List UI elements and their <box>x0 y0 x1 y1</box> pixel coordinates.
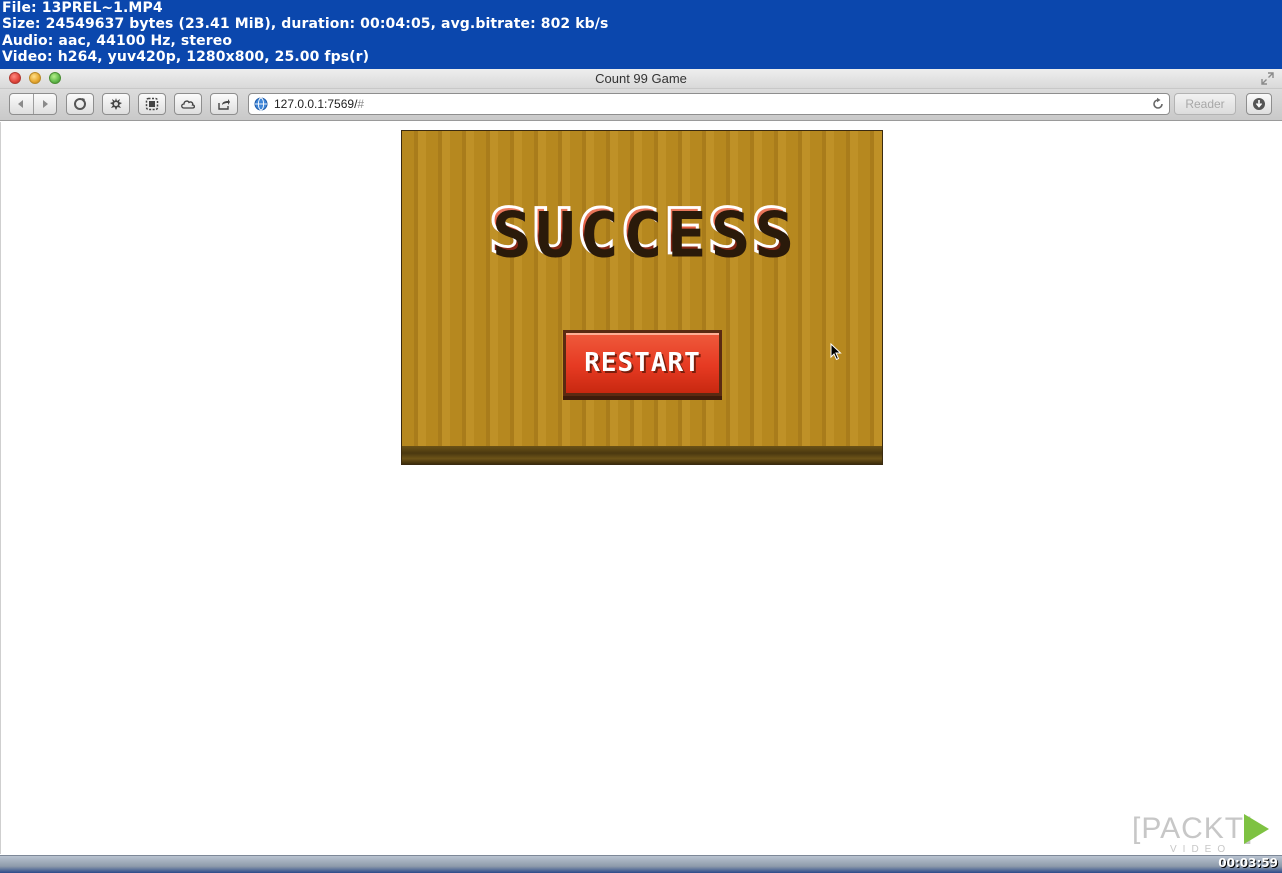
packt-brand-text: [PACKT] <box>1132 812 1254 845</box>
fullscreen-icon[interactable] <box>1261 72 1274 85</box>
address-bar[interactable]: 127.0.0.1:7569/# <box>248 93 1170 115</box>
screen: File: 13PREL~1.MP4 Size: 24549637 bytes … <box>0 0 1282 873</box>
back-forward-group <box>9 93 57 115</box>
screenshot-button[interactable] <box>138 93 166 115</box>
downloads-button[interactable] <box>1246 93 1272 115</box>
packt-video-logo: [PACKT] VIDEO <box>1132 811 1272 857</box>
restart-button[interactable]: RESTART <box>563 330 722 396</box>
game-floor <box>402 446 882 464</box>
success-title: SUCCESS <box>402 197 882 266</box>
share-icon <box>218 99 230 110</box>
window-title: Count 99 Game <box>595 71 687 86</box>
media-info-overlay: File: 13PREL~1.MP4 Size: 24549637 bytes … <box>0 0 1282 69</box>
share-button[interactable] <box>210 93 238 115</box>
browser-toolbar: 127.0.0.1:7569/# Reader <box>0 89 1282 121</box>
mouse-cursor-icon <box>830 343 842 361</box>
play-icon <box>1244 814 1269 844</box>
media-info-size: Size: 24549637 bytes (23.41 MiB), durati… <box>2 16 609 33</box>
reader-button[interactable]: Reader <box>1174 93 1236 115</box>
reload-toolbar-button[interactable] <box>66 93 94 115</box>
web-page: SUCCESS RESTART <box>0 122 1282 854</box>
back-arrow-icon <box>18 100 24 108</box>
download-icon <box>1253 98 1265 110</box>
reload-icon[interactable] <box>1151 97 1165 111</box>
icloud-tabs-button[interactable] <box>174 93 202 115</box>
media-info-video: Video: h264, yuv420p, 1280x800, 25.00 fp… <box>2 49 370 66</box>
window-titlebar: Count 99 Game <box>0 69 1282 89</box>
gear-icon <box>110 98 122 110</box>
capture-icon <box>145 97 159 111</box>
player-status-bar: 00:03:59 <box>0 855 1282 873</box>
forward-button[interactable] <box>34 94 57 114</box>
url-host: 127.0.0.1:7569/ <box>274 97 358 111</box>
media-info-file: File: 13PREL~1.MP4 <box>2 0 163 16</box>
game-canvas[interactable]: SUCCESS RESTART <box>401 130 883 465</box>
refresh-icon <box>74 98 86 110</box>
cloud-icon <box>181 100 196 109</box>
back-button[interactable] <box>10 94 34 114</box>
url-text[interactable]: 127.0.0.1:7569/# <box>274 97 364 111</box>
extensions-button[interactable] <box>102 93 130 115</box>
globe-icon <box>254 97 268 111</box>
media-info-audio: Audio: aac, 44100 Hz, stereo <box>2 32 233 49</box>
time-code: 00:03:59 <box>1218 856 1278 870</box>
forward-arrow-icon <box>42 100 48 108</box>
packt-sub-text: VIDEO <box>1170 844 1232 855</box>
url-hash: # <box>357 97 365 111</box>
